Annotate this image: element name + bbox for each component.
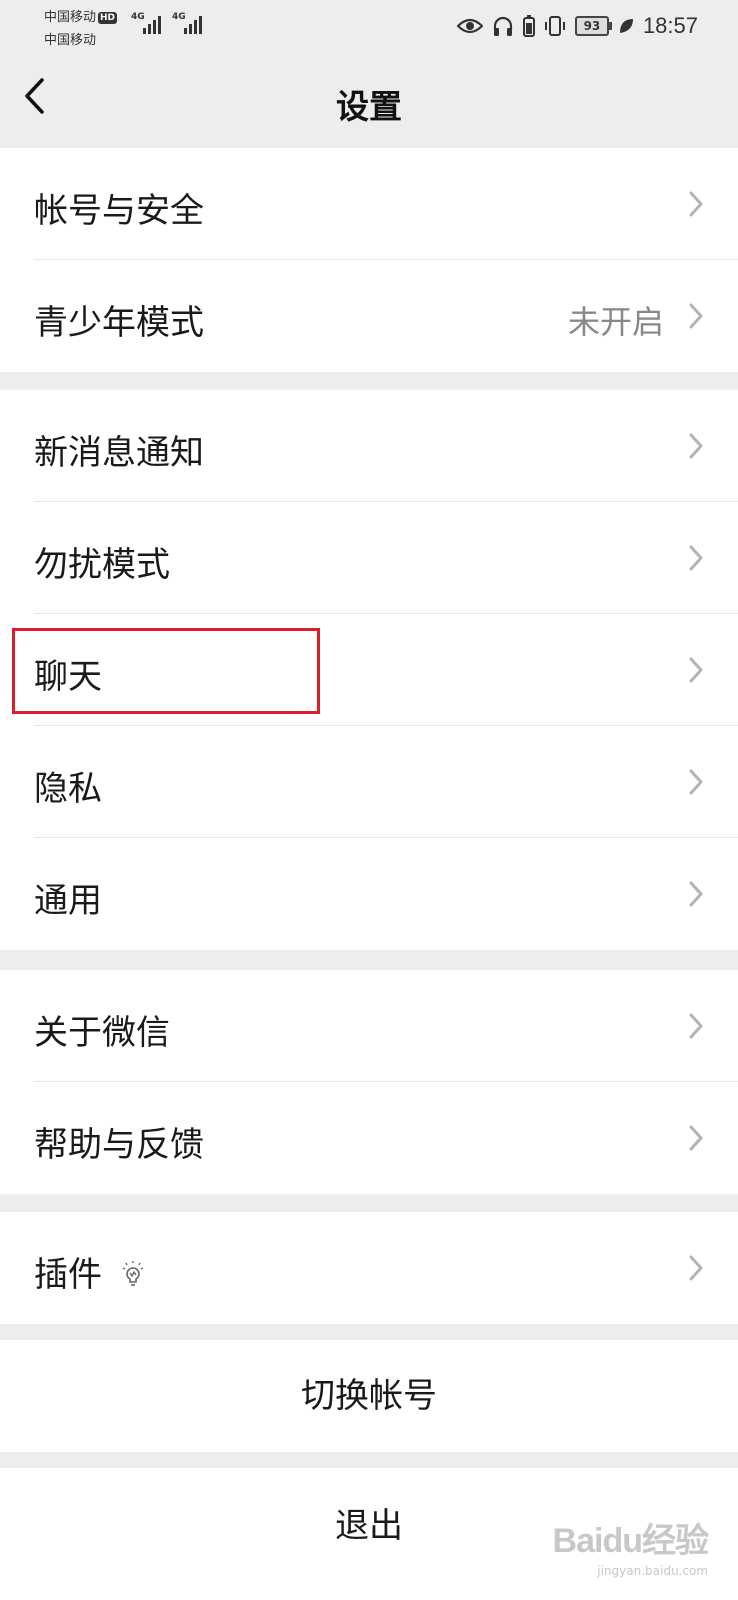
- row-teen-mode[interactable]: 青少年模式 未开启: [0, 260, 738, 372]
- row-label: 帮助与反馈: [34, 1125, 204, 1165]
- row-about-wechat[interactable]: 关于微信: [0, 970, 738, 1082]
- earphone-battery-icon: [522, 15, 535, 37]
- chevron-right-icon: [689, 1255, 703, 1281]
- page-title: 设置: [336, 87, 402, 126]
- row-label: 隐私: [34, 769, 102, 809]
- chevron-right-icon: [689, 1013, 703, 1039]
- row-label: 通用: [34, 881, 102, 921]
- plugins-label: 插件: [34, 1255, 102, 1295]
- teen-mode-status: 未开启: [567, 303, 664, 341]
- chevron-right-icon: [689, 545, 703, 571]
- clock: 18:57: [642, 13, 698, 38]
- row-new-message-notification[interactable]: 新消息通知: [0, 390, 738, 502]
- watermark: Baidu经验 jingyan.baidu.com: [552, 1513, 709, 1578]
- row-general[interactable]: 通用: [0, 838, 738, 950]
- chevron-right-icon: [689, 303, 703, 329]
- watermark-url: jingyan.baidu.com: [597, 1564, 708, 1578]
- row-label: 帐号与安全: [34, 191, 204, 231]
- row-label: 青少年模式: [34, 303, 204, 343]
- vibrate-icon: [544, 16, 565, 36]
- status-icons: 93 18:57: [456, 10, 698, 42]
- row-label: 勿扰模式: [34, 545, 170, 585]
- plugins-group: 插件: [0, 1212, 738, 1324]
- chevron-right-icon: [689, 191, 703, 217]
- row-chat[interactable]: 聊天: [0, 614, 738, 726]
- carrier-1-label: 中国移动: [44, 10, 97, 25]
- chevron-right-icon: [689, 881, 703, 907]
- row-account-security[interactable]: 帐号与安全: [0, 148, 738, 260]
- eye-icon: [456, 18, 483, 34]
- chevron-right-icon: [689, 769, 703, 795]
- chevron-right-icon: [689, 657, 703, 683]
- row-label: 插件: [34, 1247, 146, 1296]
- carrier-1: 中国移动 HD: [44, 6, 118, 25]
- row-label: 新消息通知: [34, 433, 204, 473]
- row-do-not-disturb[interactable]: 勿扰模式: [0, 502, 738, 614]
- carrier-2: 中国移动: [44, 33, 97, 48]
- row-label: 聊天: [34, 657, 102, 697]
- signal-icon-2: [184, 14, 202, 34]
- battery-icon: 93: [574, 16, 612, 36]
- signal-icon-1: [143, 14, 161, 34]
- row-help-feedback[interactable]: 帮助与反馈: [0, 1082, 738, 1194]
- headphones-icon: [493, 16, 513, 36]
- watermark-logo: Baidu经验: [552, 1522, 709, 1560]
- settings-group: 新消息通知 勿扰模式 聊天 隐私 通用: [0, 390, 738, 950]
- row-label: 关于微信: [34, 1013, 170, 1053]
- about-group: 关于微信 帮助与反馈: [0, 970, 738, 1194]
- hd-badge: HD: [98, 12, 118, 24]
- row-privacy[interactable]: 隐私: [0, 726, 738, 838]
- logout-label: 退出: [335, 1506, 403, 1546]
- switch-account-button[interactable]: 切换帐号: [0, 1340, 738, 1452]
- bulb-icon: [122, 1260, 144, 1286]
- navigation-bar: 设置: [0, 52, 738, 148]
- leaf-icon: [619, 19, 633, 33]
- row-plugins[interactable]: 插件: [0, 1212, 738, 1324]
- chevron-right-icon: [689, 1125, 703, 1151]
- account-group: 帐号与安全 青少年模式 未开启: [0, 148, 738, 372]
- chevron-right-icon: [689, 433, 703, 459]
- status-bar: 中国移动 HD 中国移动 4G 4G 93 18:57: [0, 0, 738, 52]
- battery-level: 93: [583, 19, 601, 33]
- switch-account-label: 切换帐号: [301, 1376, 437, 1416]
